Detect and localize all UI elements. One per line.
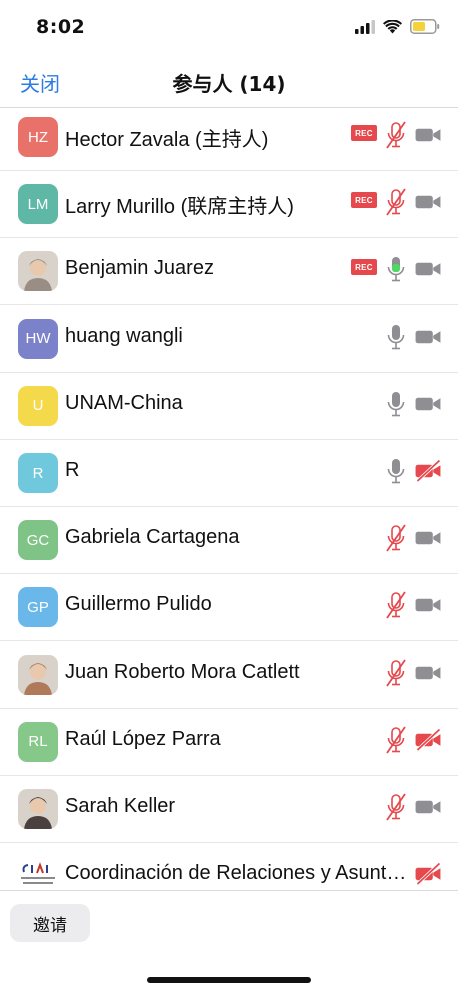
avatar: U — [18, 385, 58, 426]
avatar — [18, 654, 58, 695]
video-off-icon — [415, 460, 441, 482]
mic-muted-icon — [386, 726, 406, 754]
microphone-icon — [387, 324, 405, 349]
mic-muted-icon — [386, 793, 406, 821]
nav-bar: 关闭 参与人 (14) — [0, 56, 458, 108]
video-off-icon — [415, 863, 441, 886]
participant-row[interactable]: HW huang wangli — [0, 306, 458, 373]
participant-name: Guillermo Pulido — [65, 593, 212, 616]
avatar-initials: GP — [27, 598, 49, 616]
video-camera-icon — [415, 666, 441, 679]
mic-muted-icon — [386, 524, 406, 552]
mic-muted-icon — [386, 121, 406, 149]
participant-row[interactable]: Coordinación de Relaciones y Asuntos Int… — [0, 843, 458, 890]
participant-name: UNAM-China — [65, 391, 183, 414]
participant-name: Raúl López Parra — [65, 727, 221, 750]
mic-muted-icon — [386, 188, 406, 216]
invite-button[interactable]: 邀请 — [10, 904, 90, 942]
participant-list[interactable]: HZ Hector Zavala (主持人) REC LM Larry Murillo … — [0, 108, 458, 890]
page-title: 参与人 (14) — [172, 72, 286, 96]
participant-row[interactable]: U UNAM-China — [0, 373, 458, 440]
participant-name: Coordinación de Relaciones y Asuntos Int… — [65, 862, 410, 885]
avatar-initials: RL — [28, 733, 48, 751]
avatar-initials: U — [32, 397, 44, 415]
participant-row[interactable]: Sarah Keller — [0, 776, 458, 843]
video-camera-icon — [415, 128, 441, 142]
avatar-initials: R — [32, 464, 44, 482]
microphone-icon — [387, 459, 405, 484]
avatar: GC — [18, 520, 58, 561]
recording-badge: REC — [351, 192, 377, 209]
status-icons — [355, 19, 440, 34]
battery-icon — [410, 19, 440, 34]
avatar: RL — [18, 721, 58, 762]
participant-name: Juan Roberto Mora Catlett — [65, 660, 300, 683]
signal-icon — [355, 19, 375, 34]
participant-name: Gabriela Cartagena — [65, 526, 240, 549]
mic-muted-icon — [386, 659, 406, 687]
bottom-bar: 邀请 — [0, 890, 458, 993]
status-time: 8:02 — [36, 16, 86, 38]
participant-row[interactable]: HZ Hector Zavala (主持人) REC — [0, 108, 458, 171]
participant-name: huang wangli — [65, 324, 183, 347]
video-camera-icon — [415, 800, 441, 814]
wifi-icon — [383, 19, 402, 33]
microphone-icon — [387, 391, 405, 417]
participant-name: Benjamin Juarez — [65, 257, 214, 280]
avatar — [18, 789, 58, 829]
avatar-initials: HW — [25, 330, 51, 348]
participant-row[interactable]: RR — [0, 440, 458, 507]
video-off-icon — [415, 728, 441, 751]
video-camera-icon — [415, 599, 441, 612]
avatar: LM — [18, 184, 58, 225]
avatar — [18, 251, 58, 292]
avatar-initials: GC — [26, 531, 50, 549]
participant-row[interactable]: GP Guillermo Pulido — [0, 574, 458, 642]
participant-row[interactable]: LM Larry Murillo (联席主持人) REC — [0, 171, 458, 239]
video-camera-icon — [415, 330, 441, 343]
recording-badge: REC — [351, 259, 377, 276]
avatar: HW — [18, 318, 58, 359]
video-camera-icon — [415, 195, 441, 209]
avatar-initials: HZ — [28, 128, 48, 146]
participant-row[interactable]: RL Raúl López Parra — [0, 709, 458, 776]
recording-badge: REC — [351, 125, 377, 141]
avatar-initials: LM — [27, 195, 49, 213]
participant-row[interactable]: GC Gabriela Cartagena — [0, 507, 458, 575]
participant-row[interactable]: Benjamin Juarez REC — [0, 238, 458, 306]
microphone-icon — [387, 257, 405, 282]
video-camera-icon — [415, 397, 441, 411]
avatar: HZ — [18, 117, 58, 157]
mic-muted-icon — [386, 591, 406, 619]
video-camera-icon — [415, 531, 441, 545]
participant-row[interactable]: Juan Roberto Mora Catlett — [0, 642, 458, 709]
home-indicator — [147, 977, 311, 983]
participant-name: Hector Zavala (主持人) — [65, 129, 269, 151]
avatar: R — [18, 453, 58, 493]
avatar — [18, 856, 58, 890]
participant-name: Larry Murillo (联席主持人) — [65, 196, 294, 219]
avatar: GP — [18, 587, 58, 628]
status-bar: 8:02 — [0, 0, 458, 56]
video-camera-icon — [415, 263, 441, 276]
participant-name: R — [65, 459, 80, 481]
participant-name: Sarah Keller — [65, 795, 176, 817]
